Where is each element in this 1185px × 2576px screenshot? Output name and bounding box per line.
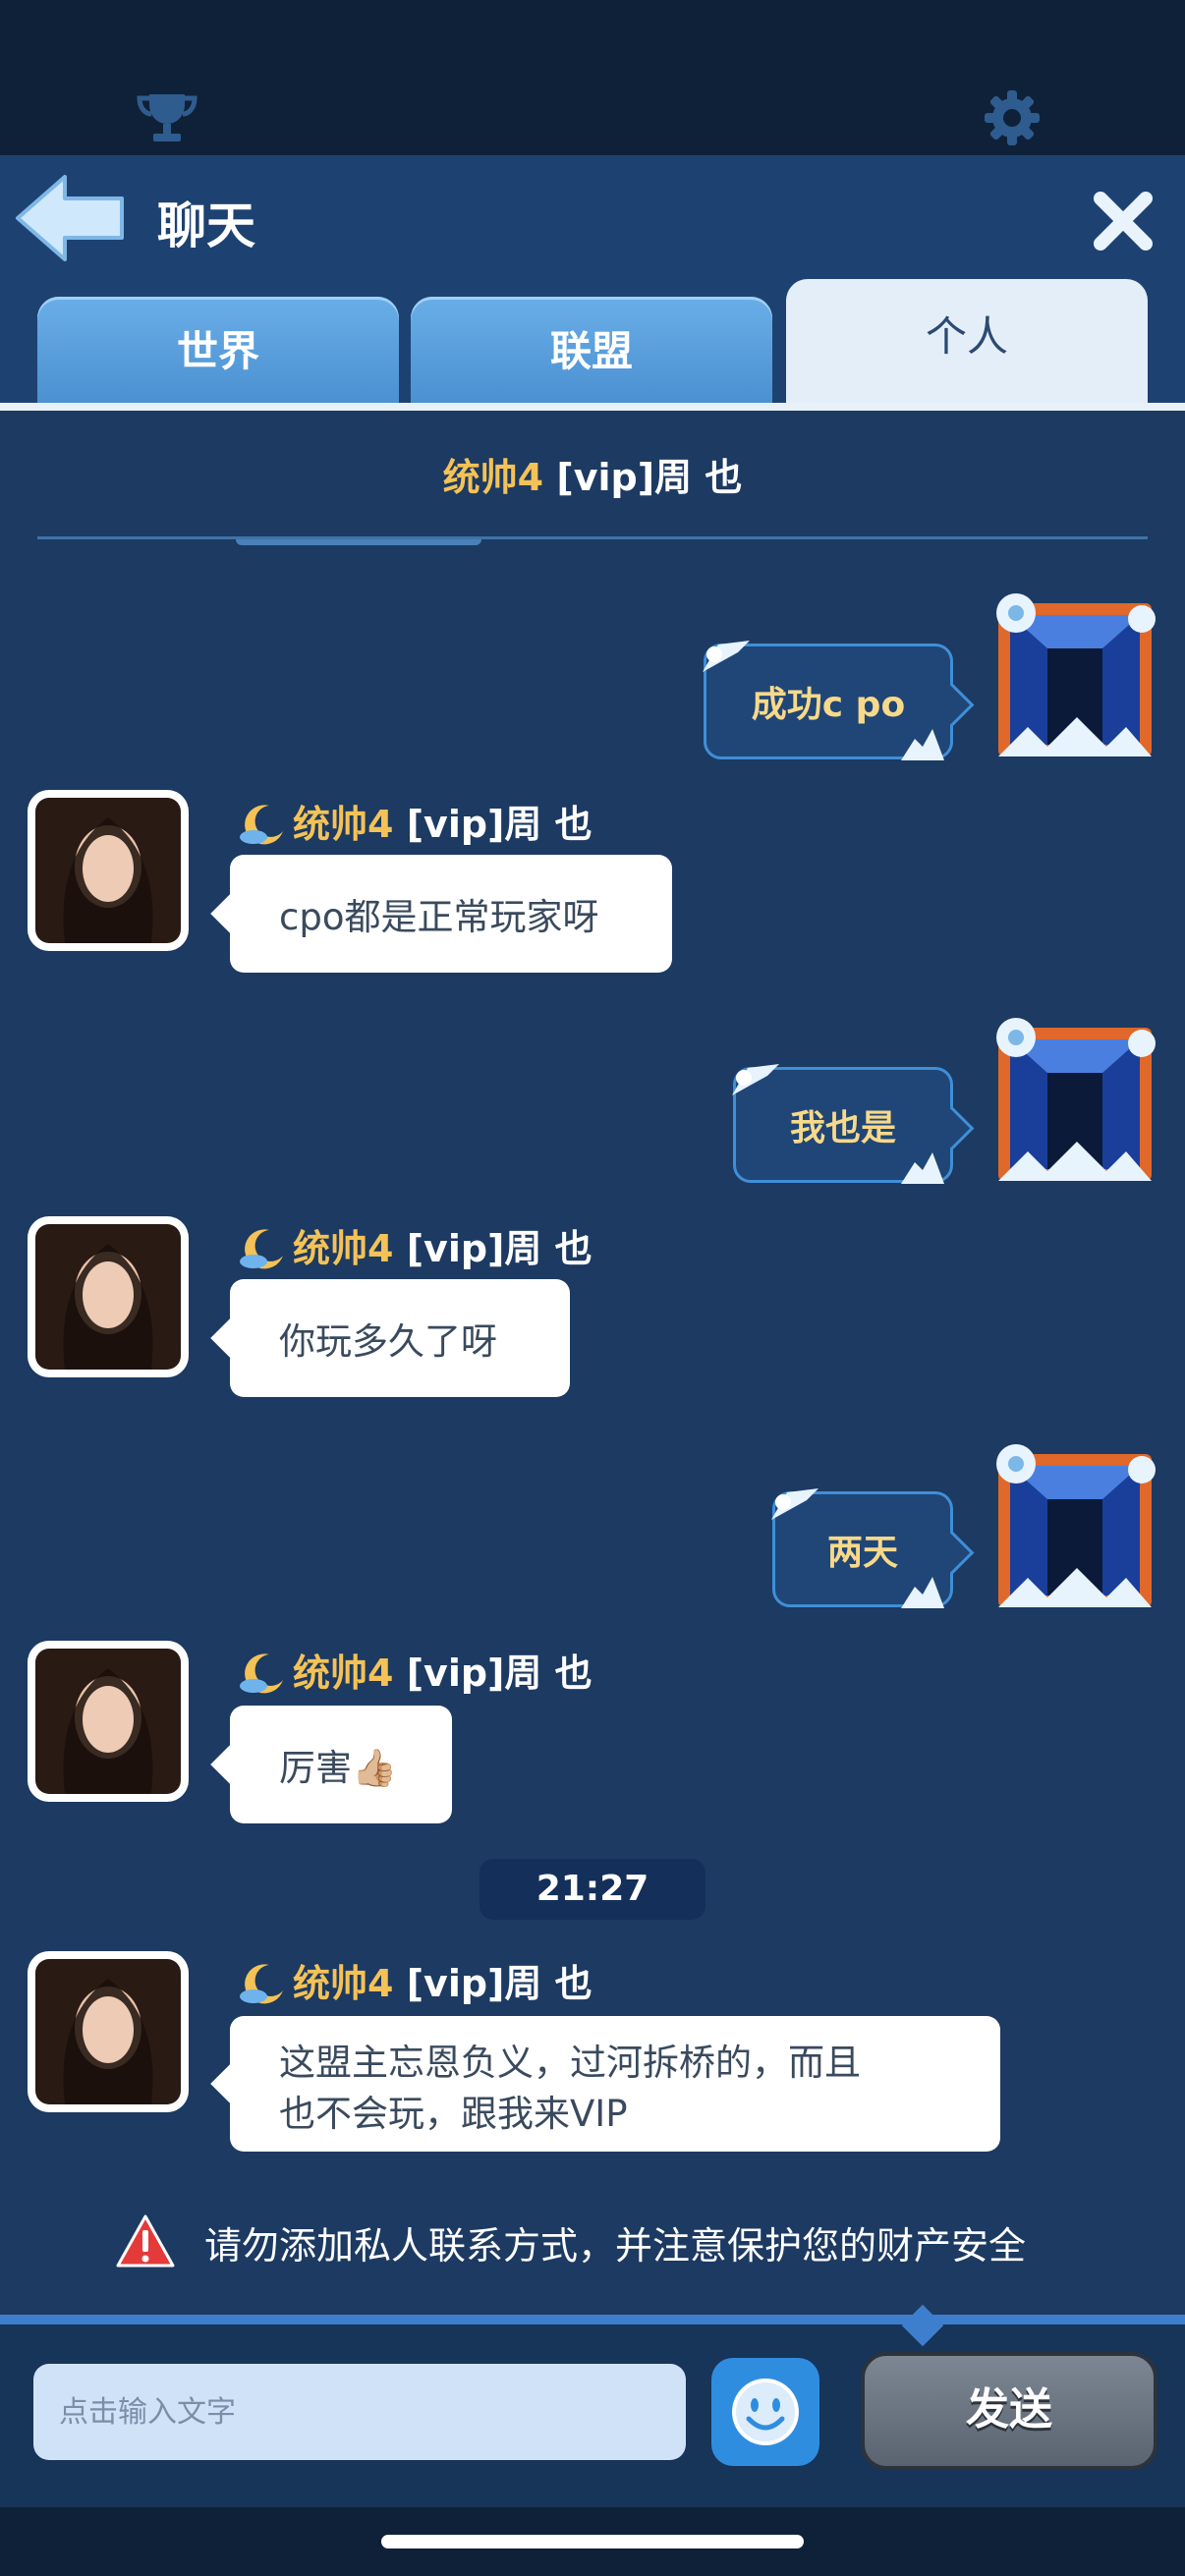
moon-badge-icon <box>240 805 283 845</box>
peer-avatar-photo <box>35 1959 181 2104</box>
snow-pile-decoration-icon <box>901 729 944 760</box>
snow-pile-decoration-icon <box>901 1577 944 1608</box>
peer-avatar-photo <box>35 798 181 943</box>
tab-world[interactable]: 世界 <box>37 297 399 407</box>
snowflake-decoration-icon <box>732 1064 779 1095</box>
moon-badge-icon <box>240 1229 283 1269</box>
sender-rank: 统帅4 <box>293 803 394 846</box>
sender-vip: [vip] <box>406 1652 505 1695</box>
sender-vip: [vip] <box>406 1227 505 1270</box>
tab-personal[interactable]: 个人 <box>786 279 1148 407</box>
sender-name: 周 也 <box>504 1962 592 2005</box>
message-text: 两天 <box>826 1533 898 1573</box>
smiley-icon <box>732 2379 799 2445</box>
message-text: 我也是 <box>789 1108 896 1148</box>
sender-label: 统帅4 [vip]周 也 <box>240 1953 592 2007</box>
sender-rank: 统帅4 <box>293 1227 394 1270</box>
message-text: cpo都是正常玩家呀 <box>279 896 599 938</box>
incoming-message-bubble[interactable]: 厉害👍🏼 <box>230 1706 452 1823</box>
sender-vip: [vip] <box>406 803 505 846</box>
tab-alliance[interactable]: 联盟 <box>411 297 772 407</box>
warning-icon <box>116 2214 175 2268</box>
snow-pile-decoration-icon <box>901 1152 944 1184</box>
tab-underline <box>0 403 1185 411</box>
warning-text: 请勿添加私人联系方式，并注意保护您的财产安全 <box>204 2223 1027 2268</box>
peer-avatar[interactable] <box>28 1216 189 1377</box>
message-text: 你玩多久了呀 <box>279 1320 497 1363</box>
close-icon[interactable] <box>1089 187 1157 255</box>
scroll-indicator <box>236 539 481 545</box>
sender-rank: 统帅4 <box>293 1652 394 1695</box>
sender-label: 统帅4 [vip]周 也 <box>240 1218 592 1272</box>
message-text: 成功c po <box>751 685 906 725</box>
divider <box>37 536 1148 539</box>
snowflake-decoration-icon <box>771 1488 818 1520</box>
emoji-button[interactable] <box>711 2358 819 2466</box>
trophy-icon[interactable] <box>136 86 198 149</box>
incoming-message-bubble[interactable]: 这盟主忘恩负义，过河拆桥的，而且 也不会玩，跟我来VIP <box>230 2016 1000 2152</box>
timestamp: 21:27 <box>480 1859 705 1920</box>
message-text: 厉害👍🏼 <box>279 1747 398 1789</box>
incoming-message-bubble[interactable]: 你玩多久了呀 <box>230 1279 570 1397</box>
page-title: 聊天 <box>157 197 255 254</box>
sender-name: 周 也 <box>504 803 592 846</box>
home-indicator[interactable] <box>381 2535 804 2548</box>
gear-icon[interactable] <box>981 86 1044 149</box>
peer-avatar[interactable] <box>28 1641 189 1802</box>
sender-label: 统帅4 [vip]周 也 <box>240 794 592 848</box>
outgoing-message-bubble[interactable]: 成功c po <box>703 641 953 760</box>
moon-badge-icon <box>240 1653 283 1694</box>
chat-peer-title: 统帅4 [vip]周 也 <box>0 447 1185 501</box>
sender-name: 周 也 <box>504 1652 592 1695</box>
sender-rank: 统帅4 <box>293 1962 394 2005</box>
incoming-message-bubble[interactable]: cpo都是正常玩家呀 <box>230 855 672 973</box>
snowflake-decoration-icon <box>703 641 750 672</box>
my-avatar-frame-icon[interactable] <box>988 1014 1161 1187</box>
sender-vip: [vip] <box>406 1962 505 2005</box>
outgoing-message-bubble[interactable]: 两天 <box>771 1488 953 1608</box>
my-avatar-frame-icon[interactable] <box>988 1440 1161 1613</box>
peer-avatar-photo <box>35 1224 181 1370</box>
send-button[interactable]: 发送 <box>861 2352 1157 2470</box>
peer-avatar[interactable] <box>28 1951 189 2112</box>
my-avatar-frame-icon[interactable] <box>988 589 1161 762</box>
message-text-line-1: 这盟主忘恩负义，过河拆桥的，而且 <box>279 2042 861 2084</box>
sender-label: 统帅4 [vip]周 也 <box>240 1643 592 1697</box>
back-arrow-icon[interactable] <box>14 173 128 263</box>
peer-rank: 统帅4 <box>442 456 544 499</box>
peer-vip: [vip] <box>556 456 655 499</box>
peer-name: 周 也 <box>654 456 743 499</box>
message-text-line-2: 也不会玩，跟我来VIP <box>279 2093 628 2135</box>
outgoing-message-bubble[interactable]: 我也是 <box>732 1064 953 1184</box>
peer-avatar[interactable] <box>28 790 189 951</box>
moon-badge-icon <box>240 1964 283 2004</box>
safety-warning: 请勿添加私人联系方式，并注意保护您的财产安全 <box>116 2212 1099 2271</box>
message-input[interactable] <box>33 2364 686 2460</box>
sender-name: 周 也 <box>504 1227 592 1270</box>
peer-avatar-photo <box>35 1649 181 1794</box>
